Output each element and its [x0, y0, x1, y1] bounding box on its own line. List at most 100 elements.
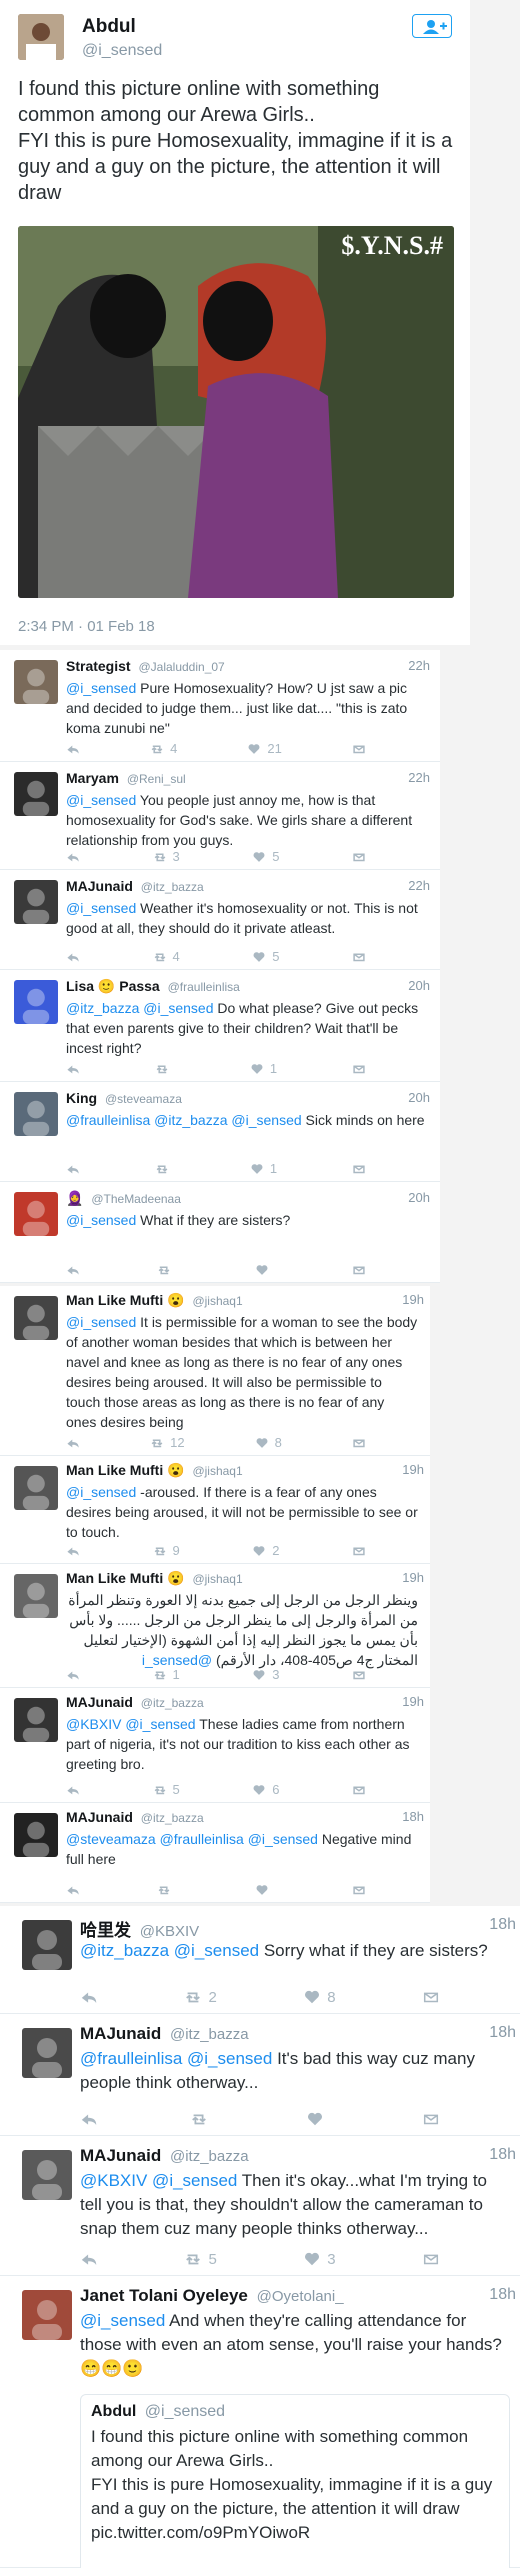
- mention-link[interactable]: @i_sensed: [66, 680, 136, 696]
- avatar[interactable]: [22, 2290, 72, 2340]
- reply-author-handle[interactable]: @itz_bazza: [141, 880, 204, 894]
- reply-time[interactable]: 22h: [408, 658, 430, 673]
- retweet-icon[interactable]: 9: [153, 1543, 180, 1558]
- reply-author-handle[interactable]: @itz_bazza: [141, 1696, 204, 1710]
- reply-author-handle[interactable]: @jishaq1: [192, 1464, 242, 1478]
- mention-link[interactable]: @KBXIV @i_sensed: [80, 2171, 237, 2190]
- reply-tweet[interactable]: Strategist @Jalaluddin_07 22h @i_sensed …: [0, 650, 440, 762]
- retweet-icon[interactable]: [157, 1883, 177, 1897]
- reply-tweet[interactable]: Maryam @Reni_sul 22h @i_sensed You peopl…: [0, 762, 440, 870]
- reply-author-handle[interactable]: @itz_bazza: [141, 1811, 204, 1825]
- reply-icon[interactable]: [66, 1883, 80, 1897]
- dm-icon[interactable]: [352, 1668, 366, 1682]
- like-icon[interactable]: [255, 1883, 275, 1897]
- reply-author-name[interactable]: 🧕: [66, 1190, 83, 1206]
- avatar[interactable]: [14, 1466, 58, 1510]
- reply-author-name[interactable]: Man Like Mufti 😮: [66, 1570, 185, 1586]
- reply-author-handle[interactable]: @fraulleinlisa: [168, 980, 240, 994]
- reply-time[interactable]: 18h: [489, 2024, 516, 2042]
- reply-author-handle[interactable]: @jishaq1: [192, 1294, 242, 1308]
- like-icon[interactable]: 5: [252, 949, 279, 964]
- reply-icon[interactable]: [80, 2110, 98, 2128]
- reply-time[interactable]: 18h: [489, 1916, 516, 1934]
- mention-link[interactable]: @i_sensed: [142, 1652, 212, 1668]
- dm-icon[interactable]: [422, 2110, 440, 2128]
- avatar[interactable]: [14, 660, 58, 704]
- avatar[interactable]: [14, 772, 58, 816]
- quoted-tweet[interactable]: Abdul @i_sensed I found this picture onl…: [80, 2394, 510, 2568]
- dm-icon[interactable]: [352, 1162, 366, 1176]
- reply-tweet[interactable]: Janet Tolani Oyeleye @Oyetolani_ 18h @i_…: [0, 2276, 520, 2568]
- like-icon[interactable]: 8: [303, 1988, 336, 2006]
- reply-author-name[interactable]: MAJunaid: [66, 1809, 133, 1825]
- reply-icon[interactable]: [66, 1162, 80, 1176]
- reply-author-handle[interactable]: @KBXIV: [140, 1923, 199, 1940]
- reply-author-name[interactable]: MAJunaid: [66, 878, 133, 894]
- reply-tweet[interactable]: MAJunaid @itz_bazza 22h @i_sensed Weathe…: [0, 870, 440, 970]
- reply-author-name[interactable]: Janet Tolani Oyeleye: [80, 2286, 248, 2305]
- like-icon[interactable]: [306, 2110, 330, 2128]
- follow-button[interactable]: [412, 14, 452, 38]
- reply-author-name[interactable]: MAJunaid: [80, 2146, 161, 2165]
- reply-author-name[interactable]: Strategist: [66, 658, 131, 674]
- avatar[interactable]: [14, 1698, 58, 1742]
- reply-author-name[interactable]: Maryam: [66, 770, 119, 786]
- reply-tweet[interactable]: Lisa 🙂 Passa @fraulleinlisa 20h @itz_baz…: [0, 970, 440, 1082]
- reply-author-name[interactable]: Man Like Mufti 😮: [66, 1292, 185, 1308]
- dm-icon[interactable]: [422, 1988, 440, 2006]
- reply-tweet[interactable]: 🧕 @TheMadeenaa 20h @i_sensed What if the…: [0, 1182, 440, 1283]
- reply-icon[interactable]: [66, 742, 80, 756]
- author-handle[interactable]: @i_sensed: [82, 42, 162, 60]
- reply-time[interactable]: 20h: [408, 1190, 430, 1205]
- like-icon[interactable]: 3: [252, 1667, 279, 1682]
- reply-icon[interactable]: [66, 1062, 80, 1076]
- dm-icon[interactable]: [352, 1883, 366, 1897]
- like-icon[interactable]: 6: [252, 1782, 279, 1797]
- mention-link[interactable]: @itz_bazza @i_sensed: [66, 1000, 214, 1016]
- retweet-icon[interactable]: 5: [153, 1782, 180, 1797]
- retweet-icon[interactable]: 12: [150, 1435, 185, 1450]
- reply-author-handle[interactable]: @itz_bazza: [170, 2026, 249, 2043]
- like-icon[interactable]: 5: [252, 849, 279, 864]
- reply-icon[interactable]: [66, 1436, 80, 1450]
- reply-icon[interactable]: [66, 1263, 80, 1277]
- avatar[interactable]: [14, 1192, 58, 1236]
- tweet-photo[interactable]: $.Y.N.S.#: [18, 226, 454, 598]
- retweet-icon[interactable]: [157, 1263, 177, 1277]
- mention-link[interactable]: @fraulleinlisa @i_sensed: [80, 2049, 272, 2068]
- reply-time[interactable]: 20h: [408, 978, 430, 993]
- reply-icon[interactable]: [66, 1544, 80, 1558]
- reply-time[interactable]: 19h: [402, 1570, 424, 1585]
- dm-icon[interactable]: [352, 950, 366, 964]
- reply-tweet[interactable]: Man Like Mufti 😮 @jishaq1 19h وينظر الرج…: [0, 1564, 430, 1688]
- avatar[interactable]: [18, 14, 64, 60]
- retweet-icon[interactable]: 4: [150, 741, 177, 756]
- mention-link[interactable]: @KBXIV @i_sensed: [66, 1716, 196, 1732]
- mention-link[interactable]: @itz_bazza @i_sensed: [80, 1941, 259, 1960]
- mention-link[interactable]: @i_sensed: [66, 1314, 136, 1330]
- dm-icon[interactable]: [352, 1436, 366, 1450]
- reply-tweet[interactable]: MAJunaid @itz_bazza 19h @KBXIV @i_sensed…: [0, 1688, 430, 1803]
- reply-author-handle[interactable]: @itz_bazza: [170, 2148, 249, 2165]
- mention-link[interactable]: @i_sensed: [80, 2311, 165, 2330]
- like-icon[interactable]: 3: [303, 2250, 336, 2268]
- avatar[interactable]: [22, 1920, 72, 1970]
- reply-time[interactable]: 19h: [402, 1292, 424, 1307]
- reply-tweet[interactable]: Man Like Mufti 😮 @jishaq1 19h @i_sensed …: [0, 1456, 430, 1564]
- reply-icon[interactable]: [80, 2250, 98, 2268]
- dm-icon[interactable]: [352, 1544, 366, 1558]
- reply-icon[interactable]: [66, 1783, 80, 1797]
- reply-time[interactable]: 19h: [402, 1462, 424, 1477]
- avatar[interactable]: [14, 880, 58, 924]
- reply-author-handle[interactable]: @Reni_sul: [127, 772, 186, 786]
- mention-link[interactable]: @i_sensed: [66, 1212, 136, 1228]
- reply-time[interactable]: 18h: [489, 2146, 516, 2164]
- dm-icon[interactable]: [352, 1062, 366, 1076]
- avatar[interactable]: [14, 1092, 58, 1136]
- like-icon[interactable]: 1: [250, 1161, 277, 1176]
- like-icon[interactable]: 2: [252, 1543, 279, 1558]
- avatar[interactable]: [22, 2150, 72, 2200]
- dm-icon[interactable]: [422, 2250, 440, 2268]
- like-icon[interactable]: 1: [250, 1061, 277, 1076]
- reply-time[interactable]: 18h: [402, 1809, 424, 1824]
